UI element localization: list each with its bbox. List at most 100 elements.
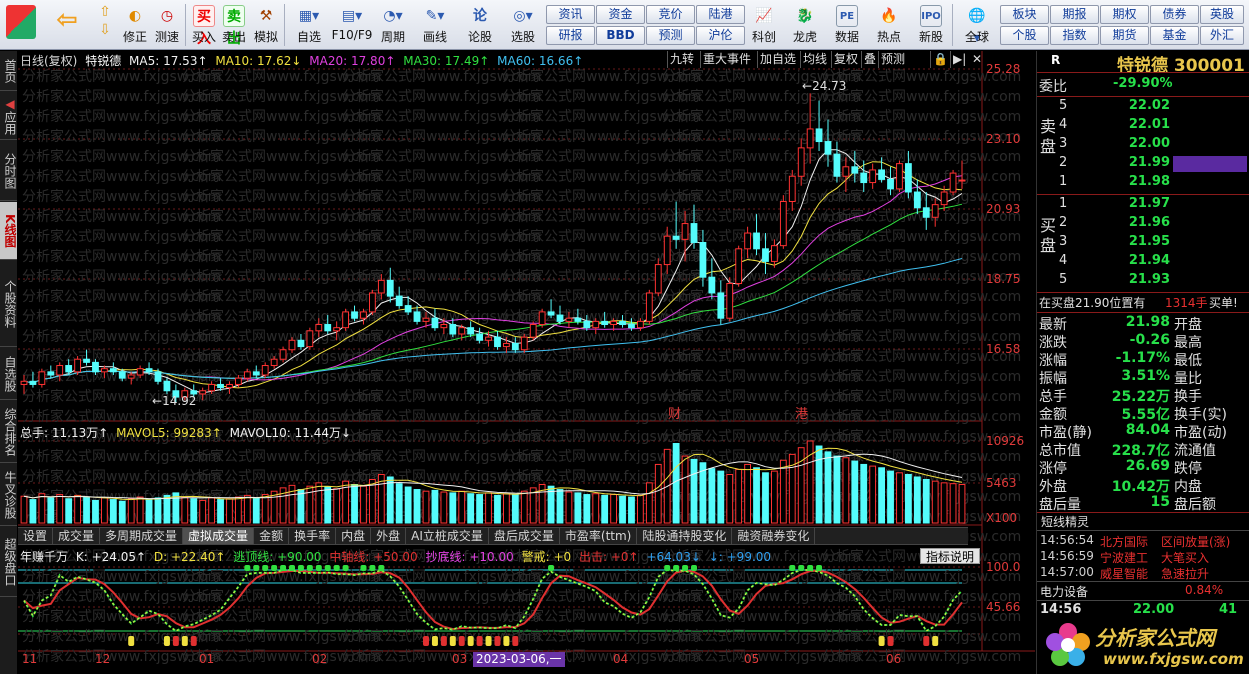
- candle-body: [485, 336, 492, 341]
- lock-icon[interactable]: 🔒: [930, 51, 950, 68]
- tab-timeshare[interactable]: 分时图: [0, 141, 17, 201]
- hk-connect-button[interactable]: 陆港: [696, 5, 745, 24]
- tab-apps[interactable]: ◀应用: [0, 92, 17, 140]
- dragon-tiger-button[interactable]: 🐉 龙虎: [788, 3, 822, 47]
- data-button[interactable]: PE 数据: [830, 3, 864, 47]
- buy-level-3[interactable]: 3 21.95: [1037, 234, 1249, 252]
- tab-ranking[interactable]: 综合排名: [0, 401, 17, 463]
- stock-select-button[interactable]: ◎▾ 选股: [505, 3, 541, 47]
- tab-settings[interactable]: 设置: [18, 528, 54, 544]
- bbd-button[interactable]: BBD: [596, 26, 645, 45]
- volume-bar: [726, 473, 734, 524]
- quote-label: 涨幅: [1039, 353, 1067, 369]
- candle-body: [887, 178, 894, 190]
- kline-chart-area[interactable]: 分析家公式网www.fxjgsw.com 分析家公式网www.fxjgsw.com…: [18, 51, 1035, 674]
- add-watchlist-button[interactable]: 加自选: [757, 51, 798, 68]
- hk-marker[interactable]: 港: [795, 403, 808, 422]
- options-button[interactable]: 期权: [1100, 5, 1149, 24]
- overlay-button[interactable]: 叠: [861, 51, 878, 68]
- star-market-button[interactable]: 📈 科创: [747, 3, 781, 47]
- sell-level-4[interactable]: 4 22.01: [1037, 117, 1249, 135]
- watchlist-button[interactable]: ▦▾ 自选: [292, 3, 326, 47]
- home-logo-icon[interactable]: [6, 3, 36, 47]
- auction-button[interactable]: 竞价: [646, 5, 695, 24]
- tab-outer[interactable]: 外盘: [371, 528, 407, 544]
- main-legend: 日线(复权) 特锐德 MA5: 17.53↑ MA10: 17.62↓ MA20…: [20, 52, 587, 69]
- buy-signal-marker: [449, 636, 456, 646]
- buy-level-1[interactable]: 1 21.97: [1037, 196, 1249, 214]
- tab-inner[interactable]: 内盘: [336, 528, 372, 544]
- futures-button[interactable]: 期货: [1100, 26, 1149, 45]
- indicator-mid: 中轴线: +50.00: [329, 550, 418, 564]
- close-icon[interactable]: ✕: [970, 51, 984, 68]
- shanghai-london-button[interactable]: 沪伦: [696, 26, 745, 45]
- kline-chart-svg[interactable]: 分析家公式网www.fxjgsw.com 分析家公式网www.fxjgsw.com…: [18, 51, 1035, 674]
- buy-level-2[interactable]: 2 21.96: [1037, 215, 1249, 233]
- sector-row[interactable]: 电力设备 0.84%: [1037, 583, 1249, 600]
- stock-button[interactable]: 个股: [1000, 26, 1049, 45]
- wizard-row[interactable]: 14:56:54 北方国际 区间放量(涨): [1037, 533, 1249, 550]
- speed-test-button[interactable]: ◷ 测速: [152, 3, 182, 47]
- tab-volume[interactable]: 成交量: [53, 528, 101, 544]
- news-button[interactable]: 资讯: [546, 5, 595, 24]
- nine-turn-button[interactable]: 九转: [667, 51, 696, 68]
- funds-button[interactable]: 资金: [596, 5, 645, 24]
- buy-level-5[interactable]: 5 21.93: [1037, 272, 1249, 290]
- forex-button[interactable]: 外汇: [1200, 26, 1244, 45]
- tab-pe-ttm[interactable]: 市盈率(ttm): [560, 528, 638, 544]
- back-arrow-icon[interactable]: ⇦: [52, 3, 82, 47]
- research-button[interactable]: 研报: [546, 26, 595, 45]
- forecast-toggle-button[interactable]: 预测: [878, 51, 907, 68]
- finance-marker[interactable]: 财: [668, 403, 681, 422]
- sell-button[interactable]: 卖出 卖出: [219, 3, 249, 47]
- tab-amount[interactable]: 金额: [254, 528, 290, 544]
- tab-after-hours-volume[interactable]: 盘后成交量: [489, 528, 560, 544]
- tab-ai-volume[interactable]: AI立桩成交量: [406, 528, 489, 544]
- major-events-button[interactable]: 重大事件: [700, 51, 753, 68]
- volume-bar: [92, 499, 99, 524]
- next-arrow-icon[interactable]: ▶|: [950, 51, 968, 68]
- tab-northbound-holding[interactable]: 陆股通持股变化: [637, 528, 733, 544]
- sell-level-5[interactable]: 5 22.02: [1037, 98, 1249, 116]
- candle-body: [690, 223, 698, 243]
- tab-super-orderbook[interactable]: 超级盘口: [0, 527, 17, 597]
- fix-button[interactable]: ◐ 修正: [120, 3, 150, 47]
- sell-level-3[interactable]: 3 22.00: [1037, 136, 1249, 154]
- wizard-row[interactable]: 14:56:59 宁波建工 大笔买入: [1037, 549, 1249, 566]
- tab-stock-info[interactable]: 个股资料: [0, 261, 17, 347]
- f10-button[interactable]: ▤▾ F10/F9: [330, 3, 374, 47]
- volume-bar: [467, 493, 475, 524]
- buy-level-4[interactable]: 4 21.94: [1037, 253, 1249, 271]
- forecast-button[interactable]: 预测: [646, 26, 695, 45]
- tab-multi-period-volume[interactable]: 多周期成交量: [100, 528, 184, 544]
- simulate-button[interactable]: ⚒ 模拟: [251, 3, 281, 47]
- draw-line-button[interactable]: ✎▾ 画线: [420, 3, 450, 47]
- uk-stocks-button[interactable]: 英股: [1200, 5, 1244, 24]
- tab-turnover[interactable]: 换手率: [289, 528, 337, 544]
- forum-button[interactable]: 论论股: [465, 3, 495, 47]
- tab-margin[interactable]: 融资融券变化: [732, 528, 816, 544]
- bonds-button[interactable]: 债券: [1150, 5, 1199, 24]
- adjust-button[interactable]: 复权: [831, 51, 860, 68]
- period-report-button[interactable]: 期报: [1050, 5, 1099, 24]
- buy-button[interactable]: 买入 买入: [189, 3, 219, 47]
- tab-virtual-volume[interactable]: 虚拟成交量: [183, 528, 255, 544]
- candle-body: [949, 172, 957, 193]
- fund-button[interactable]: 基金: [1150, 26, 1199, 45]
- tab-home[interactable]: 首页: [0, 51, 17, 91]
- indicator-help-button[interactable]: 指标说明: [920, 548, 980, 564]
- page-up-down-icon[interactable]: ⇧ ⇩: [90, 3, 120, 47]
- ma-button[interactable]: 均线: [800, 51, 829, 68]
- sell-level-2[interactable]: 2 21.99: [1037, 155, 1249, 173]
- global-button[interactable]: 🌐▾ 全球: [958, 3, 996, 47]
- sector-button[interactable]: 板块: [1000, 5, 1049, 24]
- wizard-row[interactable]: 14:57:00 威星智能 急速拉升: [1037, 565, 1249, 582]
- tab-watchlist[interactable]: 自选股: [0, 348, 17, 400]
- period-button[interactable]: ◔▾ 周期: [378, 3, 408, 47]
- sell-level-1[interactable]: 1 21.98: [1037, 174, 1249, 192]
- index-button[interactable]: 指数: [1050, 26, 1099, 45]
- tab-kline[interactable]: K线图: [0, 202, 17, 260]
- ipo-button[interactable]: IPO 新股: [914, 3, 948, 47]
- hotspot-button[interactable]: 🔥 热点: [872, 3, 906, 47]
- tab-diagnosis[interactable]: 牛叉诊股: [0, 464, 17, 526]
